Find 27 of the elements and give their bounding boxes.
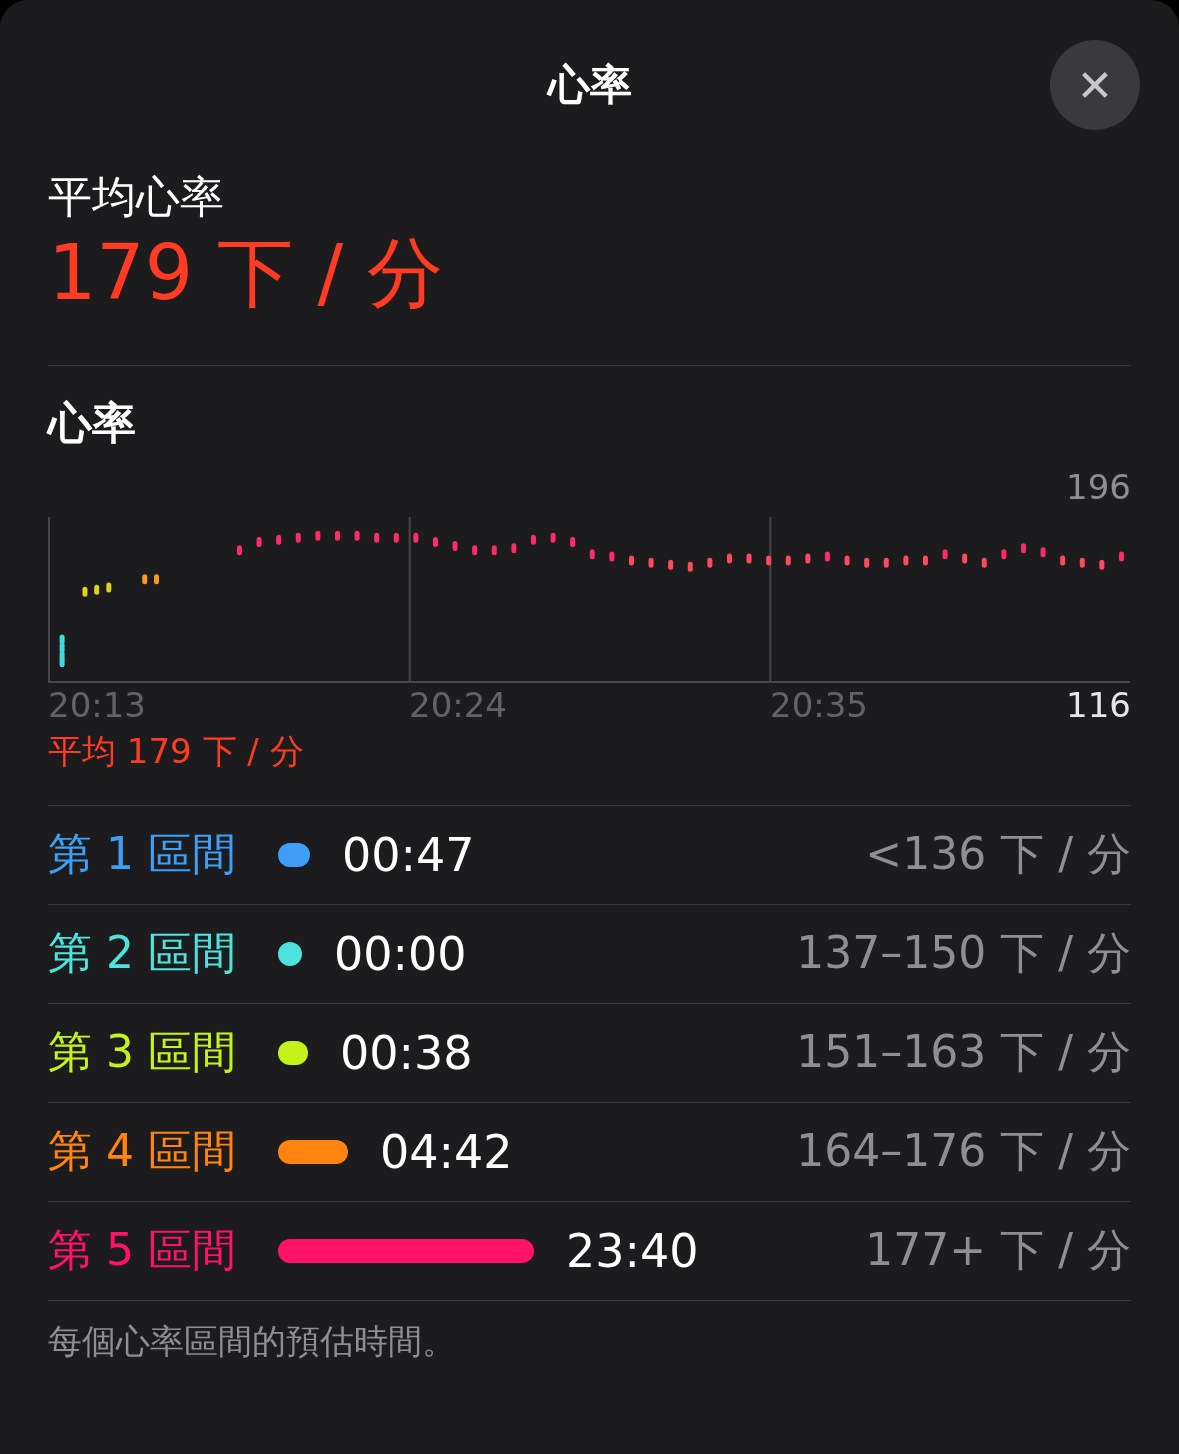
zone-label: 第 3 區間 (48, 1025, 237, 1080)
sheet-title: 心率 (547, 59, 632, 111)
footnote: 每個心率區間的預估時間。 (48, 1319, 457, 1363)
zone-label: 第 1 區間 (48, 827, 237, 882)
zone-time: 00:38 (340, 1025, 473, 1080)
zone-time: 00:00 (334, 926, 467, 981)
min-reading: 116 (1066, 684, 1131, 725)
zone-range: 137–150 下 / 分 (796, 926, 1131, 981)
time-label: 20:35 (770, 684, 868, 725)
average-value: 179 下 / 分 (48, 231, 445, 315)
close-button[interactable]: ✕ (1050, 40, 1140, 130)
zone-label: 第 5 區間 (48, 1223, 237, 1278)
zone-label: 第 4 區間 (48, 1124, 237, 1179)
average-note: 平均 179 下 / 分 (48, 729, 305, 773)
zone-time: 23:40 (566, 1223, 699, 1278)
zone-time: 04:42 (380, 1124, 513, 1179)
average-label: 平均心率 (48, 170, 225, 224)
time-label: 20:13 (48, 684, 146, 725)
zone-range: 164–176 下 / 分 (796, 1124, 1131, 1179)
section-title: 心率 (48, 395, 137, 450)
zone-range: 177+ 下 / 分 (865, 1223, 1131, 1278)
zone-time: 00:47 (342, 827, 475, 882)
time-label: 20:24 (409, 684, 507, 725)
zone-label: 第 2 區間 (48, 926, 237, 981)
max-reading: 196 (1066, 466, 1131, 507)
zone-range: 151–163 下 / 分 (796, 1025, 1131, 1080)
zone-range: <136 下 / 分 (865, 827, 1131, 882)
